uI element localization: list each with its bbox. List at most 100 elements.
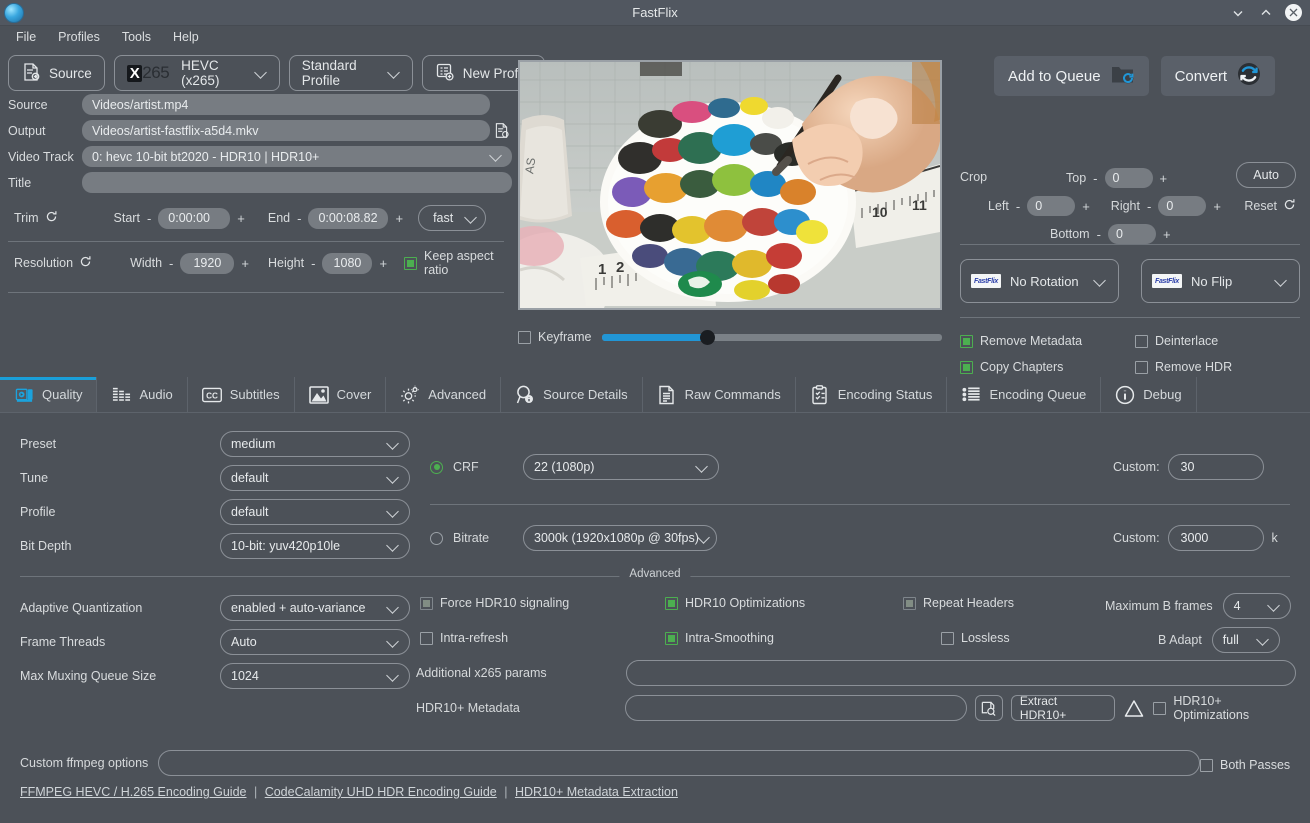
menu-help[interactable]: Help <box>165 28 207 46</box>
adaptive-quantization-select[interactable]: enabled + auto-variance <box>220 595 410 621</box>
height-plus-button[interactable]: + <box>372 256 394 271</box>
hdr10-optimizations-checkbox[interactable]: HDR10 Optimizations <box>665 596 805 610</box>
crop-auto-button[interactable]: Auto <box>1236 162 1296 188</box>
menu-file[interactable]: File <box>8 28 44 46</box>
crop-top-plus[interactable]: + <box>1153 171 1175 186</box>
width-plus-button[interactable]: + <box>234 256 256 271</box>
start-minus-button[interactable]: - <box>140 211 158 226</box>
trim-reset-icon[interactable] <box>45 210 58 226</box>
crop-left-input[interactable] <box>1027 196 1075 216</box>
additional-params-input[interactable] <box>626 660 1296 686</box>
rotation-select[interactable]: FastFlix No Rotation <box>960 259 1119 303</box>
deinterlace-checkbox[interactable]: Deinterlace <box>1135 334 1310 348</box>
hdr10plus-optimizations-checkbox[interactable]: HDR10+ Optimizations <box>1153 694 1300 722</box>
tab-advanced[interactable]: Advanced <box>386 377 501 412</box>
hdr10plus-metadata-input[interactable] <box>625 695 967 721</box>
output-browse-icon[interactable] <box>490 122 512 139</box>
end-input[interactable] <box>308 208 388 229</box>
tab-raw-commands[interactable]: Raw Commands <box>643 377 796 412</box>
keyframe-checkbox[interactable]: Keyframe <box>518 330 592 344</box>
title-input[interactable] <box>82 172 512 193</box>
source-button[interactable]: Source <box>8 55 105 91</box>
copy-chapters-checkbox[interactable]: Copy Chapters <box>960 360 1135 374</box>
tab-audio[interactable]: Audio <box>97 377 187 412</box>
keep-aspect-ratio-checkbox[interactable]: Keep aspect ratio <box>404 249 512 277</box>
flip-select[interactable]: FastFlix No Flip <box>1141 259 1300 303</box>
crf-custom-input[interactable] <box>1168 454 1264 480</box>
end-minus-button[interactable]: - <box>290 211 308 226</box>
bit-depth-select[interactable]: 10-bit: yuv420p10le <box>220 533 410 559</box>
remove-metadata-checkbox[interactable]: Remove Metadata <box>960 334 1135 348</box>
width-minus-button[interactable]: - <box>162 256 180 271</box>
resolution-reset-icon[interactable] <box>79 255 92 271</box>
slider-handle[interactable] <box>700 330 715 345</box>
link-hdr10plus-extraction[interactable]: HDR10+ Metadata Extraction <box>515 785 678 799</box>
crop-top-minus[interactable]: - <box>1086 171 1104 186</box>
crop-left-minus[interactable]: - <box>1009 199 1027 214</box>
add-to-queue-button[interactable]: Add to Queue <box>994 56 1149 96</box>
frame-threads-select[interactable]: Auto <box>220 629 410 655</box>
preview-position-slider[interactable] <box>602 334 943 341</box>
close-icon[interactable] <box>1285 4 1302 21</box>
remove-hdr-checkbox[interactable]: Remove HDR <box>1135 360 1310 374</box>
lossless-checkbox[interactable]: Lossless <box>941 631 1010 645</box>
bitrate-select[interactable]: 3000k (1920x1080p @ 30fps) <box>523 525 717 551</box>
keep-aspect-ratio-label: Keep aspect ratio <box>424 249 512 277</box>
crop-top-input[interactable] <box>1105 168 1153 188</box>
intra-refresh-checkbox[interactable]: Intra-refresh <box>420 631 508 645</box>
width-input[interactable] <box>180 253 234 274</box>
maximize-icon[interactable] <box>1257 4 1275 22</box>
max-muxing-select[interactable]: 1024 <box>220 663 410 689</box>
extract-hdr10plus-button[interactable]: Extract HDR10+ <box>1011 695 1116 721</box>
crop-right-plus[interactable]: + <box>1206 199 1228 214</box>
chevron-down-icon <box>388 66 399 80</box>
custom-ffmpeg-input[interactable] <box>158 750 1200 776</box>
preset-select[interactable]: medium <box>220 431 410 457</box>
bitrate-custom-input[interactable] <box>1168 525 1264 551</box>
repeat-headers-checkbox[interactable]: Repeat Headers <box>903 596 1014 610</box>
tab-quality[interactable]: Quality <box>0 377 97 412</box>
tab-subtitles[interactable]: CC Subtitles <box>188 377 295 412</box>
folder-search-icon[interactable] <box>975 695 1003 721</box>
output-input[interactable] <box>82 120 490 141</box>
height-input[interactable] <box>322 253 372 274</box>
crop-bottom-minus[interactable]: - <box>1090 227 1108 242</box>
crop-reset-button[interactable]: Reset <box>1244 198 1296 214</box>
crop-left-plus[interactable]: + <box>1075 199 1097 214</box>
both-passes-checkbox[interactable]: Both Passes <box>1200 758 1290 772</box>
menu-profiles[interactable]: Profiles <box>50 28 108 46</box>
crf-radio[interactable] <box>430 461 443 474</box>
minimize-icon[interactable] <box>1229 4 1247 22</box>
start-plus-button[interactable]: + <box>230 211 252 226</box>
quality-profile-select[interactable]: default <box>220 499 410 525</box>
trim-mode-select[interactable]: fast <box>418 205 486 231</box>
height-minus-button[interactable]: - <box>304 256 322 271</box>
start-input[interactable] <box>158 208 230 229</box>
bitrate-radio[interactable] <box>430 532 443 545</box>
crop-right-input[interactable] <box>1158 196 1206 216</box>
max-b-frames-select[interactable]: 4 <box>1223 593 1291 619</box>
link-ffmpeg-guide[interactable]: FFMPEG HEVC / H.265 Encoding Guide <box>20 785 246 799</box>
tab-encoding-queue[interactable]: Encoding Queue <box>947 377 1101 412</box>
crf-select[interactable]: 22 (1080p) <box>523 454 719 480</box>
crop-bottom-plus[interactable]: + <box>1156 227 1178 242</box>
source-input[interactable] <box>82 94 490 115</box>
slider-fill <box>602 334 708 341</box>
tune-select[interactable]: default <box>220 465 410 491</box>
link-codecalamity-guide[interactable]: CodeCalamity UHD HDR Encoding Guide <box>265 785 497 799</box>
b-adapt-select[interactable]: full <box>1212 627 1280 653</box>
force-hdr10-checkbox[interactable]: Force HDR10 signaling <box>420 596 569 610</box>
tab-encoding-status[interactable]: Encoding Status <box>796 377 948 412</box>
tab-cover[interactable]: Cover <box>295 377 387 412</box>
convert-button[interactable]: Convert <box>1161 56 1276 96</box>
profile-select[interactable]: Standard Profile <box>289 55 413 91</box>
codec-select[interactable]: X265 HEVC (x265) <box>114 55 280 91</box>
video-track-select[interactable]: 0: hevc 10-bit bt2020 - HDR10 | HDR10+ <box>82 146 512 167</box>
intra-smoothing-checkbox[interactable]: Intra-Smoothing <box>665 631 774 645</box>
tab-debug[interactable]: Debug <box>1101 377 1196 412</box>
menu-tools[interactable]: Tools <box>114 28 159 46</box>
crop-bottom-input[interactable] <box>1108 224 1156 244</box>
crop-right-minus[interactable]: - <box>1140 199 1158 214</box>
tab-source-details[interactable]: Source Details <box>501 377 643 412</box>
end-plus-button[interactable]: + <box>388 211 410 226</box>
